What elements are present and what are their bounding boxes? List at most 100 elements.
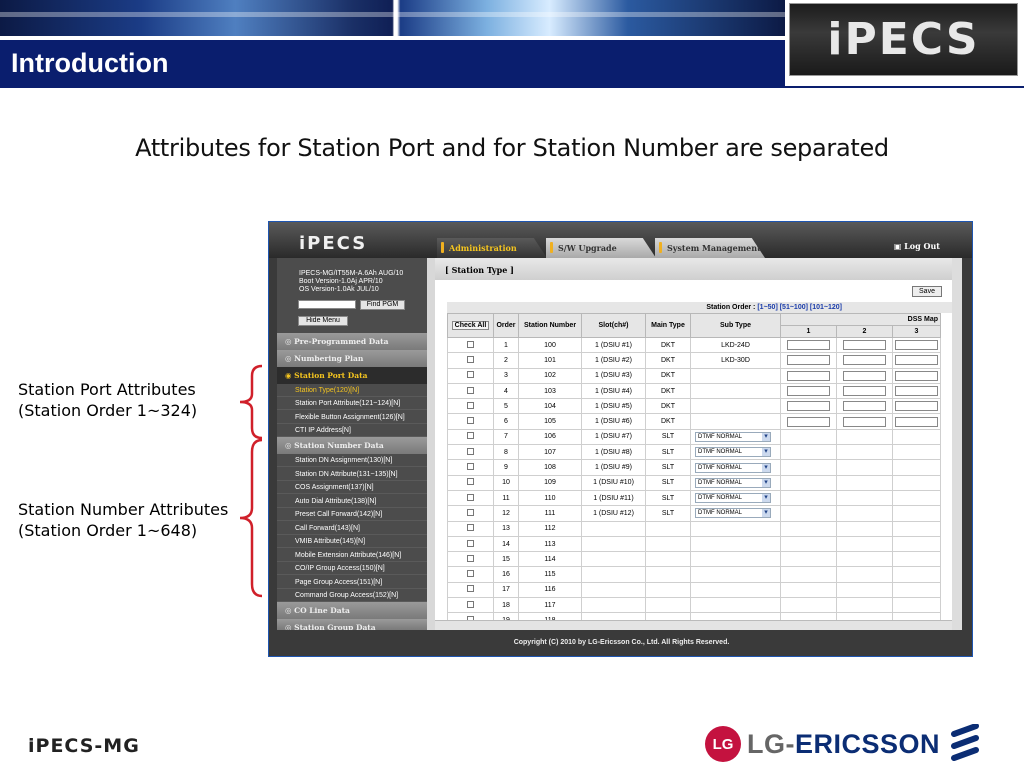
- dss-map-input[interactable]: [843, 386, 886, 397]
- station-order-links[interactable]: [1~50] [51~100] [101~120]: [757, 304, 842, 311]
- row-checkbox[interactable]: [467, 508, 474, 516]
- sidebar-item-station-number[interactable]: Command Group Access(152)[N]: [277, 589, 427, 602]
- row-checkbox[interactable]: [467, 463, 474, 471]
- dss-map-input[interactable]: [895, 370, 938, 381]
- dss-map-input[interactable]: [787, 401, 830, 412]
- table-row: 17 116: [447, 581, 941, 599]
- sidebar-scrollbar[interactable]: [427, 258, 435, 630]
- sub-type-select[interactable]: DTMF NORMAL: [695, 431, 771, 442]
- sidebar-item-station-port[interactable]: Station Port Attribute(121~124)[N]: [277, 397, 427, 411]
- row-sub-type: [690, 551, 781, 568]
- row-dss-cell: [836, 413, 893, 430]
- dss-map-input[interactable]: [843, 401, 886, 412]
- dss-map-input[interactable]: [787, 355, 830, 366]
- pgm-search-input[interactable]: [298, 300, 356, 309]
- menu-station-group[interactable]: ◎ Station Group Data: [277, 619, 427, 632]
- tab-system-management[interactable]: System Management: [655, 238, 765, 258]
- row-order: 13: [493, 520, 519, 537]
- row-slot: [581, 581, 646, 599]
- dss-map-input[interactable]: [843, 416, 886, 427]
- row-order: 3: [493, 367, 519, 384]
- tab-administration[interactable]: Administration: [437, 238, 547, 258]
- menu-numbering-plan[interactable]: ◎ Numbering Plan: [277, 350, 427, 367]
- row-checkbox[interactable]: [467, 401, 474, 409]
- row-main-type: [645, 520, 691, 537]
- dss-map-input[interactable]: [843, 370, 886, 381]
- check-all-button[interactable]: Check All: [451, 321, 490, 330]
- row-checkbox[interactable]: [467, 432, 474, 440]
- sidebar-item-station-port[interactable]: Flexible Button Assignment(126)[N]: [277, 411, 427, 424]
- row-main-type: SLT: [645, 428, 691, 446]
- menu-station-number[interactable]: ◎ Station Number Data: [277, 437, 427, 454]
- row-station-number: 106: [518, 428, 582, 446]
- sidebar-item-station-number[interactable]: VMIB Attribute(145)[N]: [277, 535, 427, 548]
- sidebar-item-station-number[interactable]: CO/IP Group Access(150)[N]: [277, 562, 427, 575]
- row-dss-cell: [780, 535, 837, 553]
- dss-map-input[interactable]: [787, 416, 830, 427]
- dss-map-input[interactable]: [843, 340, 886, 351]
- row-checkbox[interactable]: [467, 417, 474, 425]
- sub-type-select[interactable]: DTMF NORMAL: [695, 493, 771, 504]
- menu-co-line[interactable]: ◎ CO Line Data: [277, 602, 427, 619]
- row-checkbox[interactable]: [467, 478, 474, 486]
- row-checkbox[interactable]: [467, 371, 474, 379]
- logout-icon: ▣: [893, 241, 905, 251]
- row-checkbox[interactable]: [467, 554, 474, 562]
- row-checkbox[interactable]: [467, 539, 474, 547]
- sidebar-item-station-port[interactable]: CTI IP Address[N]: [277, 424, 427, 437]
- logout-link[interactable]: ▣ Log Out: [894, 241, 940, 251]
- row-checkbox[interactable]: [467, 570, 474, 578]
- row-dss-cell: [836, 398, 893, 415]
- row-order: 15: [493, 551, 519, 568]
- hide-menu-button[interactable]: Hide Menu: [298, 316, 348, 326]
- sidebar-item-station-number[interactable]: COS Assignment(137)[N]: [277, 481, 427, 494]
- dss-map-input[interactable]: [895, 416, 938, 427]
- row-checkbox[interactable]: [467, 600, 474, 608]
- dss-map-input[interactable]: [895, 386, 938, 397]
- dss-map-input[interactable]: [895, 401, 938, 412]
- sidebar-item-station-number[interactable]: Station DN Attribute(131~135)[N]: [277, 468, 427, 481]
- sidebar-item-station-number[interactable]: Mobile Extension Attribute(146)[N]: [277, 549, 427, 562]
- row-dss-cell: [836, 444, 893, 461]
- content-horizontal-scrollbar[interactable]: [435, 620, 952, 630]
- dss-map-input[interactable]: [787, 340, 830, 351]
- row-checkbox[interactable]: [467, 585, 474, 593]
- content-vertical-scrollbar[interactable]: [952, 258, 962, 630]
- row-check-cell: [447, 551, 494, 568]
- sub-type-select[interactable]: DTMF NORMAL: [695, 508, 771, 519]
- row-checkbox[interactable]: [467, 524, 474, 532]
- dss-map-input[interactable]: [787, 370, 830, 381]
- find-pgm-button[interactable]: Find PGM: [360, 300, 405, 310]
- row-dss-cell: [836, 489, 893, 507]
- dss-map-input[interactable]: [895, 340, 938, 351]
- row-dss-cell: [892, 367, 941, 384]
- sub-type-select[interactable]: DTMF NORMAL: [695, 447, 771, 458]
- tab-sw-upgrade[interactable]: S/W Upgrade: [546, 238, 656, 258]
- column-main-type: Main Type: [645, 313, 691, 338]
- sub-type-select[interactable]: DTMF NORMAL: [695, 462, 771, 473]
- dss-map-input[interactable]: [895, 355, 938, 366]
- row-dss-cell: [836, 520, 893, 537]
- row-slot: [581, 520, 646, 537]
- dss-map-input[interactable]: [787, 386, 830, 397]
- sidebar-item-station-number[interactable]: Call Forward(143)[N]: [277, 522, 427, 535]
- dss-map-input[interactable]: [843, 355, 886, 366]
- menu-pre-programmed[interactable]: ◎ Pre-Programmed Data: [277, 333, 427, 350]
- row-checkbox[interactable]: [467, 447, 474, 455]
- copyright-footer: Copyright (C) 2010 by LG-Ericsson Co., L…: [269, 630, 972, 656]
- sub-type-select[interactable]: DTMF NORMAL: [695, 477, 771, 488]
- sidebar-item-station-port[interactable]: Station Type(120)[N]: [277, 384, 427, 397]
- row-main-type: [645, 566, 691, 583]
- sidebar-item-station-number[interactable]: Preset Call Forward(142)[N]: [277, 508, 427, 521]
- sidebar-item-station-number[interactable]: Auto Dial Attribute(138)[N]: [277, 495, 427, 508]
- row-main-type: [645, 551, 691, 568]
- row-checkbox[interactable]: [467, 386, 474, 394]
- sidebar-item-station-number[interactable]: Station DN Assignment(130)[N]: [277, 454, 427, 467]
- row-checkbox[interactable]: [467, 493, 474, 501]
- menu-station-port[interactable]: ◉ Station Port Data: [277, 367, 427, 384]
- sidebar-item-station-number[interactable]: Page Group Access(151)[N]: [277, 576, 427, 589]
- save-button[interactable]: Save: [912, 286, 942, 297]
- row-checkbox[interactable]: [467, 340, 474, 348]
- row-check-cell: [447, 413, 494, 430]
- row-checkbox[interactable]: [467, 355, 474, 363]
